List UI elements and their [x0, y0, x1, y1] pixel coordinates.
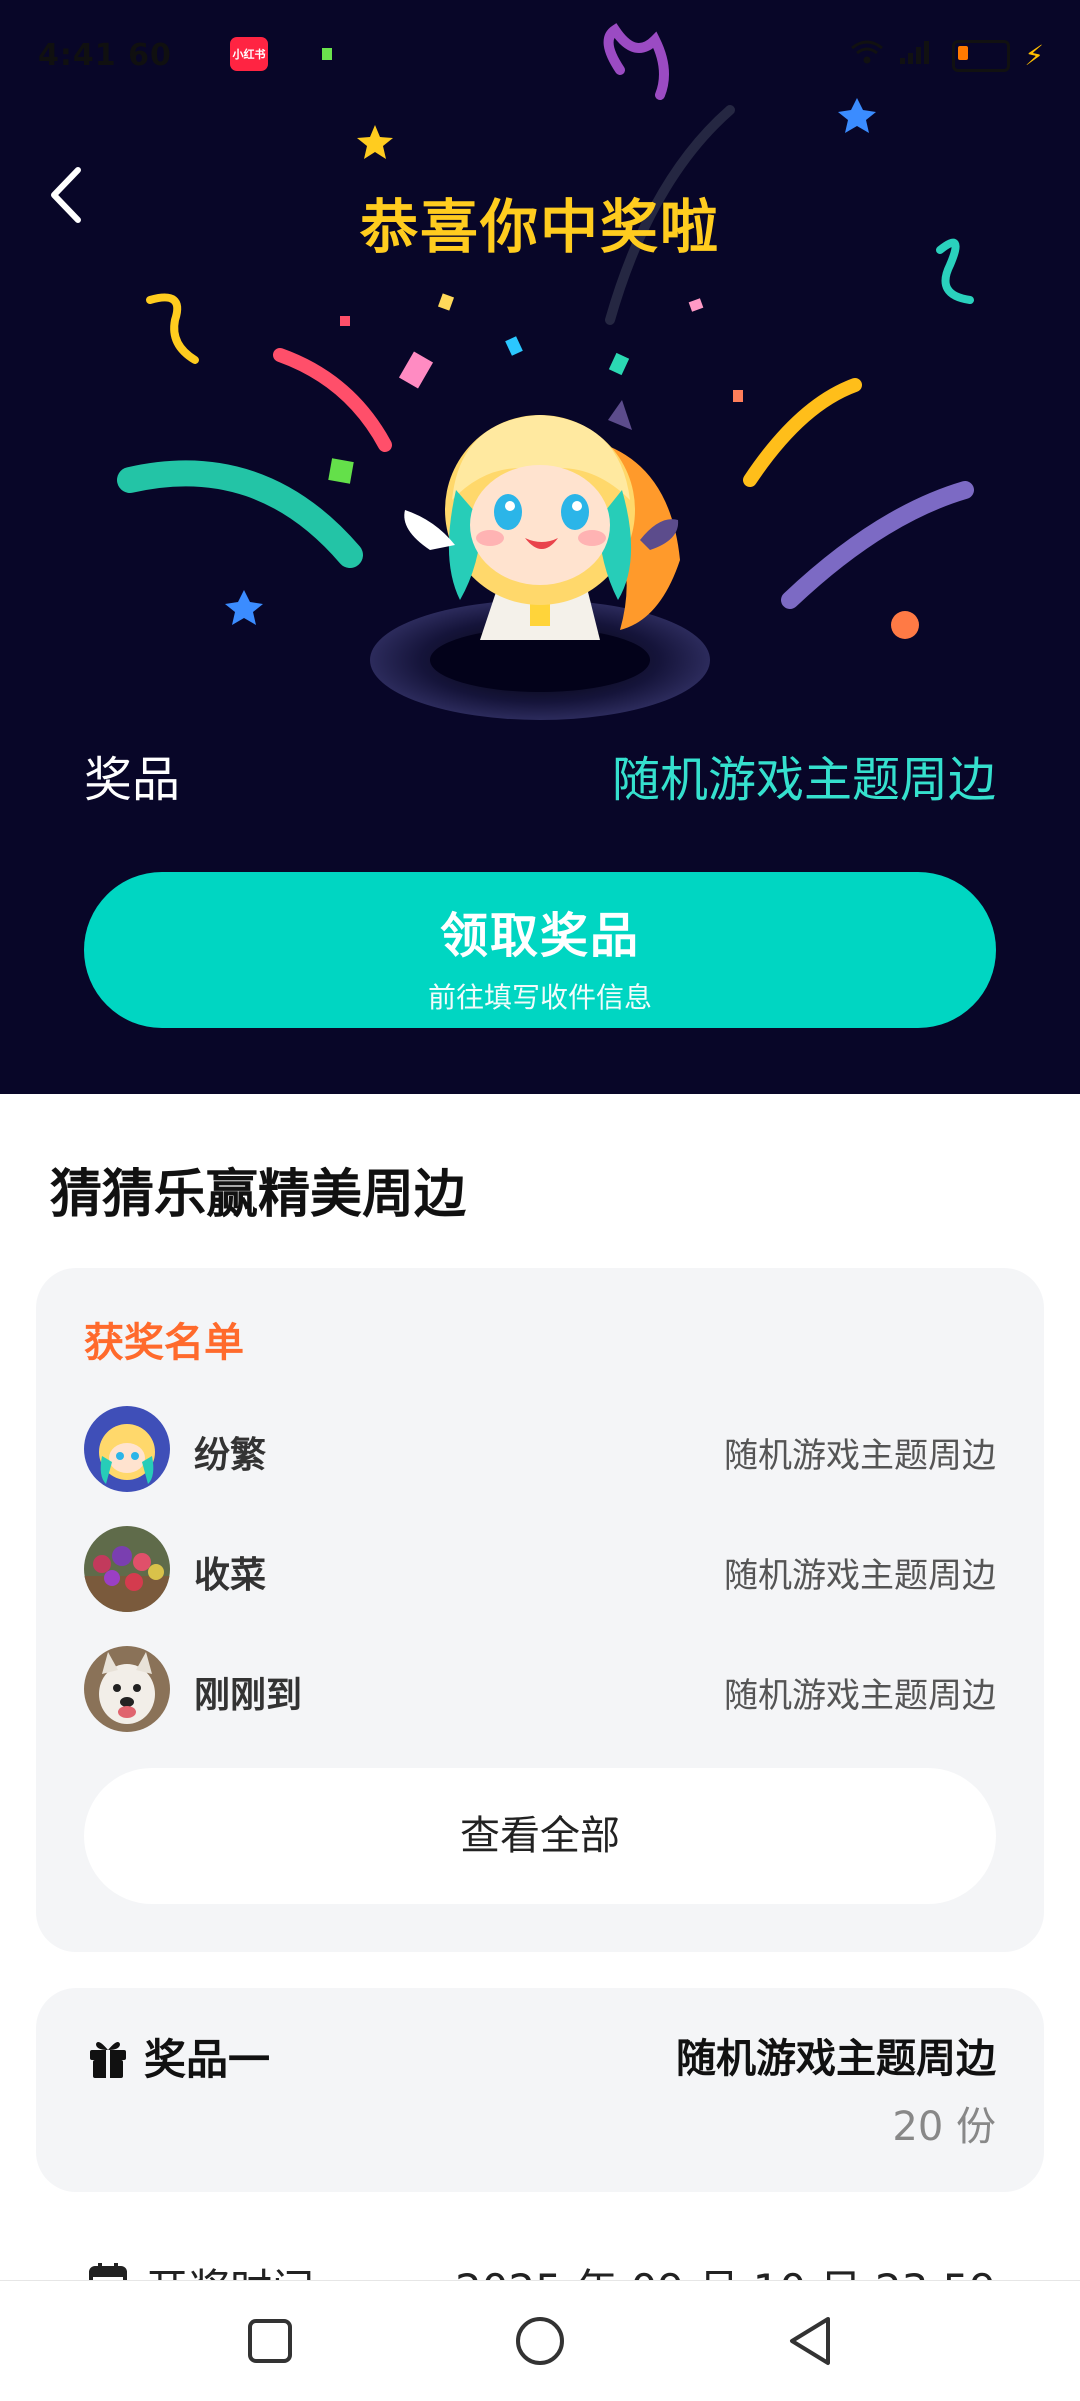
congrats-title: 恭喜你中奖啦 — [359, 193, 720, 261]
winners-card: 获奖名单 纷繁 随机游戏主题周边 收菜 随机游戏主题周边 刚刚到 随机游戏主题周… — [36, 1268, 1044, 1952]
prize-name: 随机游戏主题周边 — [676, 2036, 996, 2082]
prize-tier-label: 奖品一 — [144, 2035, 271, 2084]
view-all-button[interactable]: 查看全部 — [84, 1768, 996, 1904]
draw-time-row: 开奖时间 2025 年 09 月 10 日 23:59 — [0, 2240, 1080, 2280]
status-icons: ⚡ — [850, 38, 1044, 73]
prize-quantity: 20 份 — [892, 2104, 996, 2150]
claim-prize-button[interactable]: 领取奖品 前往填写收件信息 — [84, 872, 996, 1028]
home-button[interactable] — [510, 2311, 570, 2371]
prize-label: 奖品 — [84, 752, 181, 808]
avatar — [84, 1406, 170, 1492]
gift-icon — [90, 2042, 126, 2078]
avatar — [84, 1526, 170, 1612]
winner-prize: 随机游戏主题周边 — [724, 1556, 996, 1596]
charging-bolt-icon: ⚡ — [1024, 39, 1044, 72]
status-time: 4:41 60 — [38, 38, 172, 73]
recent-apps-icon — [248, 2319, 292, 2363]
event-title: 猜猜乐赢精美周边 — [50, 1165, 467, 1225]
status-bar: 4:41 60 小红书 ⚡ — [0, 0, 1080, 110]
prize-info-card: 奖品一 随机游戏主题周边 20 份 — [36, 1988, 1044, 2192]
home-icon — [516, 2317, 564, 2365]
winner-row: 收菜 随机游戏主题周边 — [84, 1526, 996, 1614]
winner-prize: 随机游戏主题周边 — [724, 1676, 996, 1716]
winner-row: 刚刚到 随机游戏主题周边 — [84, 1646, 996, 1734]
winner-name: 刚刚到 — [194, 1675, 303, 1716]
winners-heading: 获奖名单 — [84, 1320, 244, 1366]
draw-time-label: 开奖时间 — [146, 2256, 314, 2280]
winner-row: 纷繁 随机游戏主题周边 — [84, 1406, 996, 1494]
recent-apps-button[interactable] — [240, 2311, 300, 2371]
winner-name: 纷繁 — [194, 1435, 267, 1476]
signal-icon — [898, 38, 938, 73]
winner-prize: 随机游戏主题周边 — [724, 1436, 996, 1476]
system-back-button[interactable] — [780, 2311, 840, 2371]
calendar-icon — [89, 2263, 127, 2280]
claim-button-subtitle: 前往填写收件信息 — [427, 981, 652, 1014]
wifi-icon — [850, 38, 884, 73]
battery-icon — [952, 39, 1011, 72]
draw-time-value: 2025 年 09 月 10 日 23:59 — [455, 2256, 996, 2280]
winner-name: 收菜 — [194, 1555, 267, 1596]
prize-value: 随机游戏主题周边 — [611, 752, 996, 808]
avatar — [84, 1646, 170, 1732]
back-nav-icon — [790, 2317, 830, 2365]
system-navigation-bar — [0, 2280, 1080, 2401]
xiaohongshu-notification-icon: 小红书 — [230, 37, 268, 71]
celebration-header: 4:41 60 小红书 ⚡ 恭喜你中奖啦 奖品 随机游戏主题周边 领取奖品 前往… — [0, 0, 1080, 1094]
mascot-illustration — [360, 360, 720, 720]
claim-button-title: 领取奖品 — [439, 908, 640, 964]
